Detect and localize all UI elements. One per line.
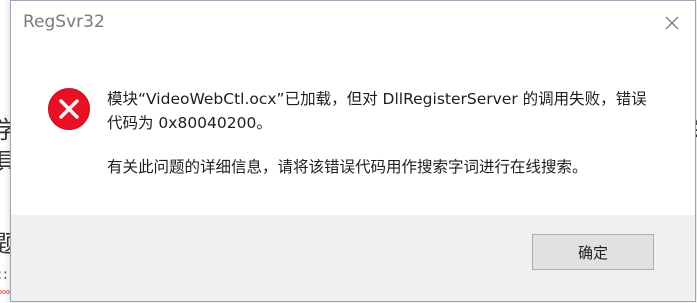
error-dialog: RegSvr32 模块“VideoWebCtl.ocx”已加载，但对 DllRe…: [10, 0, 696, 302]
dialog-content: 模块“VideoWebCtl.ocx”已加载，但对 DllRegisterSer…: [11, 45, 695, 215]
help-message: 有关此问题的详细信息，请将该错误代码用作搜索字词进行在线搜索。: [107, 158, 588, 176]
background-text-fragment: ∷: [0, 268, 7, 284]
dialog-title: RegSvr32: [23, 12, 105, 32]
dialog-footer: 确定: [11, 215, 695, 301]
error-icon: [48, 88, 90, 130]
close-icon: [665, 16, 679, 30]
title-bar[interactable]: RegSvr32: [11, 1, 695, 45]
ok-button[interactable]: 确定: [532, 234, 654, 270]
close-button[interactable]: [649, 1, 695, 45]
error-message: 模块“VideoWebCtl.ocx”已加载，但对 DllRegisterSer…: [107, 90, 647, 132]
